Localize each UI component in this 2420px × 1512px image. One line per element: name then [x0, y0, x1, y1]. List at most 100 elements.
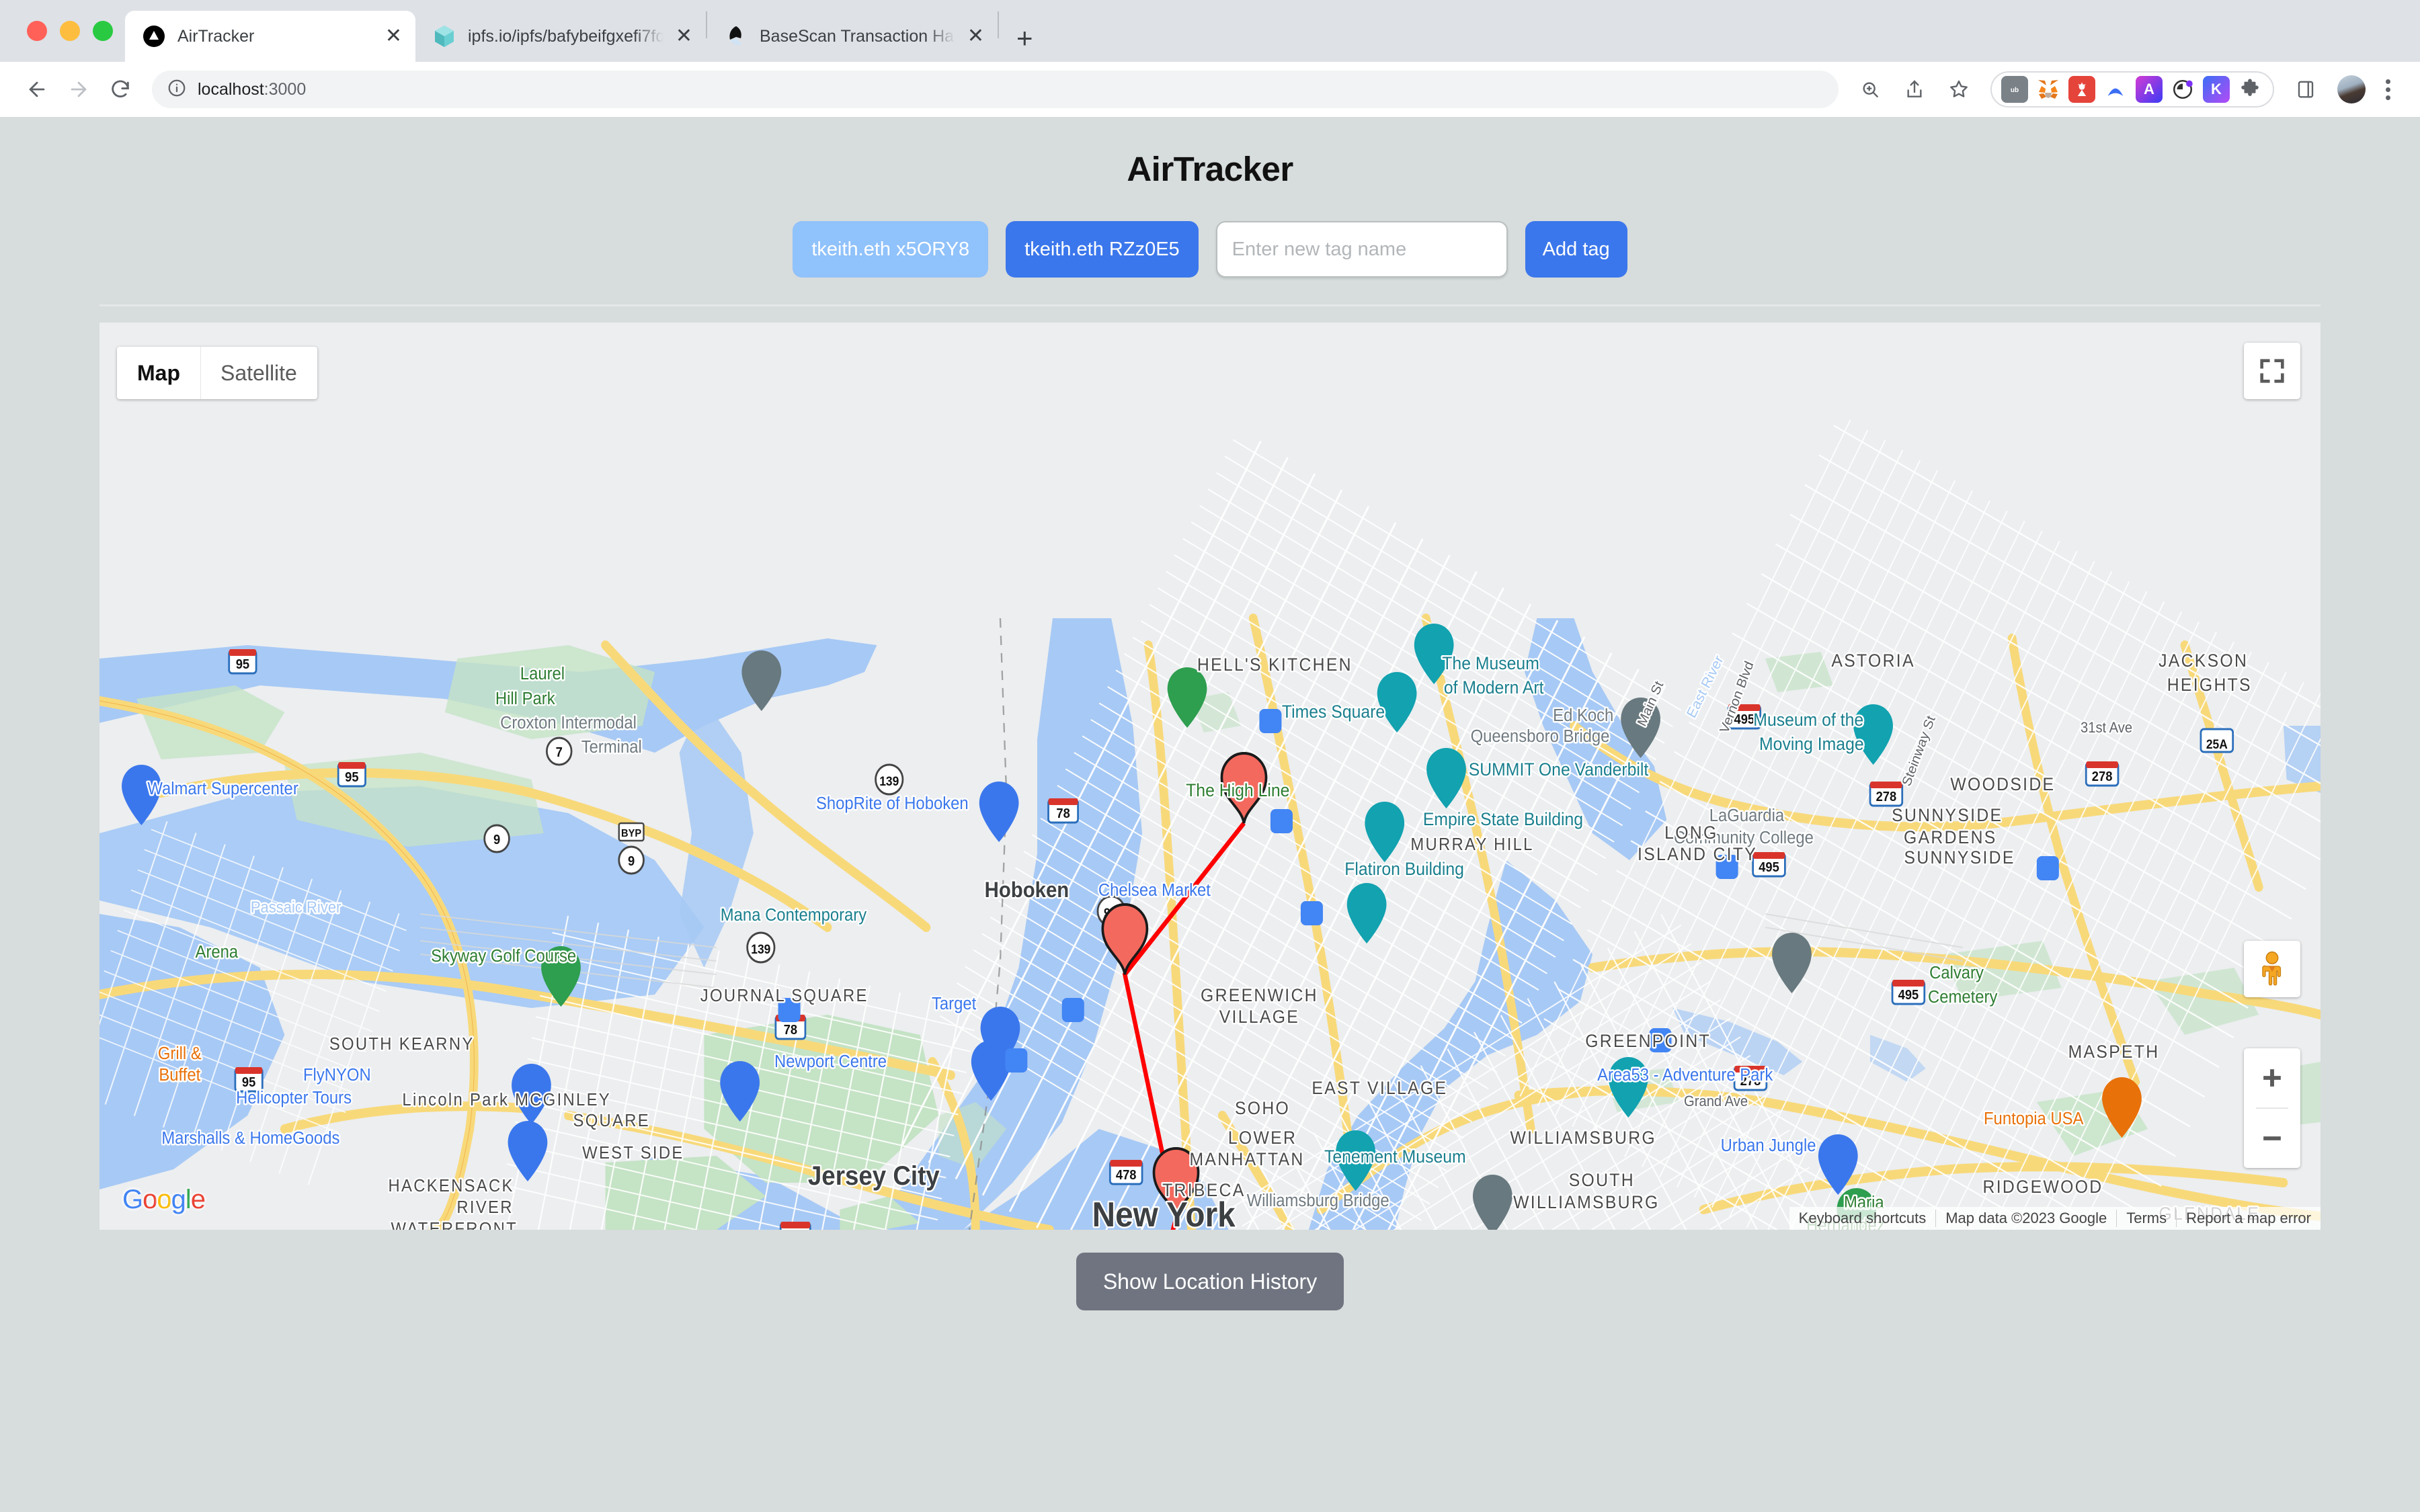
- svg-text:BYP: BYP: [621, 827, 641, 839]
- share-icon[interactable]: [1895, 70, 1934, 109]
- close-window-button[interactable]: [27, 21, 47, 41]
- street-view-pegman-icon[interactable]: [2244, 941, 2300, 997]
- fullscreen-icon[interactable]: [2244, 343, 2300, 399]
- url-host: localhost: [198, 80, 264, 99]
- close-icon[interactable]: ✕: [967, 26, 984, 46]
- map-tiles[interactable]: .land{fill:#f2efe9} .urban{fill:#eceef0}…: [99, 323, 2321, 1230]
- map-label: SUNNYSIDE: [1892, 806, 2003, 825]
- kebab-menu-icon[interactable]: [2371, 79, 2403, 100]
- map-label: GARDENS: [1904, 828, 1997, 847]
- a-extension-icon[interactable]: A: [2136, 76, 2163, 103]
- tab-basescan[interactable]: BaseScan Transaction Hash (Tx ✕: [707, 11, 998, 62]
- map-label: Arena: [196, 942, 239, 962]
- map-label: Urban Jungle: [1721, 1136, 1816, 1155]
- close-icon[interactable]: ✕: [676, 26, 692, 46]
- maximize-window-button[interactable]: [93, 21, 113, 41]
- map-label: WILLIAMSBURG: [1513, 1193, 1660, 1212]
- side-panel-icon[interactable]: [2286, 70, 2325, 109]
- map-label: Hill Park: [495, 689, 555, 708]
- map-type-map[interactable]: Map: [117, 347, 200, 399]
- svg-text:9: 9: [493, 833, 500, 847]
- history-button-row: Show Location History: [0, 1253, 2420, 1310]
- svg-text:9: 9: [628, 854, 635, 869]
- tab-title: BaseScan Transaction Hash (Tx: [760, 27, 955, 46]
- zoom-controls[interactable]: [2244, 1048, 2300, 1168]
- map-label: HACKENSACK: [388, 1176, 514, 1195]
- new-tag-input[interactable]: [1216, 221, 1508, 278]
- rabby-wallet-icon[interactable]: [2068, 76, 2095, 103]
- map-label: RIVER: [456, 1198, 513, 1217]
- map-label: MURRAY HILL: [1410, 835, 1533, 854]
- map-label: Williamsburg Bridge: [1247, 1191, 1389, 1210]
- map-label: WILLIAMSBURG: [1510, 1128, 1657, 1148]
- reload-icon[interactable]: [101, 70, 140, 109]
- terms-link[interactable]: Terms: [2116, 1210, 2176, 1227]
- map-type-control[interactable]: Map Satellite: [117, 347, 317, 399]
- google-map[interactable]: .land{fill:#f2efe9} .urban{fill:#eceef0}…: [99, 323, 2321, 1230]
- map-label: Funtopia USA: [1984, 1109, 2084, 1128]
- map-label: Newport Centre: [774, 1052, 887, 1071]
- map-label: The High Line: [1186, 781, 1289, 800]
- svg-text:95: 95: [236, 657, 250, 672]
- map-label: Lincoln Park MCGINLEY: [402, 1090, 611, 1109]
- ublock-origin-icon[interactable]: ub: [2001, 76, 2028, 103]
- ipfs-cube-icon: [433, 25, 456, 48]
- airtracker-triangle-icon: [143, 25, 165, 48]
- map-label: HELL'S KITCHEN: [1197, 655, 1353, 675]
- map-label: WOODSIDE: [1950, 775, 2055, 794]
- zoom-in-button[interactable]: [2244, 1048, 2300, 1107]
- address-bar[interactable]: localhost:3000: [152, 71, 1839, 108]
- arc-extension-icon[interactable]: [2102, 76, 2129, 103]
- zoom-search-icon[interactable]: [1851, 70, 1890, 109]
- map-label: SUNNYSIDE: [1904, 848, 2015, 868]
- google-logo-g1: G: [122, 1185, 143, 1214]
- map-label: New York: [1092, 1195, 1236, 1230]
- map-label: Terminal: [581, 737, 642, 757]
- map-label: Ed Koch: [1553, 706, 1613, 725]
- map-label: MANHATTAN: [1190, 1150, 1305, 1169]
- map-label: VILLAGE: [1219, 1007, 1299, 1027]
- toolbar-icon-group: ub A K: [1851, 70, 2403, 109]
- map-label: LaGuardia: [1709, 806, 1784, 825]
- svg-text:78: 78: [784, 1023, 798, 1038]
- forward-icon[interactable]: [59, 70, 98, 109]
- new-tab-button[interactable]: +: [999, 24, 1051, 52]
- back-icon[interactable]: [17, 70, 56, 109]
- tab-airtracker[interactable]: AirTracker ✕: [125, 11, 415, 62]
- tab-ipfs[interactable]: ipfs.io/ipfs/bafybeifgxefi7fqwtk ✕: [415, 11, 706, 62]
- keyboard-shortcuts-link[interactable]: Keyboard shortcuts: [1789, 1210, 1936, 1227]
- map-label: FlyNYON: [303, 1065, 371, 1085]
- add-tag-button[interactable]: Add tag: [1525, 221, 1627, 278]
- puzzle-extensions-icon[interactable]: [2236, 76, 2263, 103]
- map-label: Museum of the: [1753, 710, 1863, 730]
- map-attribution: Keyboard shortcuts Map data ©2023 Google…: [1789, 1207, 2321, 1230]
- bookmark-star-icon[interactable]: [1939, 70, 1978, 109]
- google-logo: Google: [122, 1185, 205, 1215]
- map-label: Cemetery: [1928, 987, 1998, 1007]
- minimize-window-button[interactable]: [60, 21, 80, 41]
- svg-text:278: 278: [1876, 790, 1897, 804]
- tag-button-rzz0e5[interactable]: tkeith.eth RZz0E5: [1006, 221, 1199, 278]
- show-location-history-button[interactable]: Show Location History: [1076, 1253, 1344, 1310]
- zoom-out-button[interactable]: [2244, 1109, 2300, 1168]
- map-type-satellite[interactable]: Satellite: [200, 347, 317, 399]
- metamask-fox-icon[interactable]: [2035, 76, 2062, 103]
- map-label: Area53 - Adventure Park: [1597, 1065, 1773, 1085]
- map-label: ASTORIA: [1831, 651, 1914, 671]
- map-label: Marshalls & HomeGoods: [161, 1128, 339, 1148]
- google-logo-l: l: [186, 1185, 191, 1214]
- clock-extension-icon[interactable]: [2169, 76, 2196, 103]
- close-icon[interactable]: ✕: [385, 26, 402, 46]
- map-label: Empire State Building: [1423, 810, 1583, 829]
- map-label: LOWER: [1228, 1128, 1297, 1148]
- window-controls: [19, 0, 125, 62]
- map-label: The Museum: [1442, 654, 1539, 673]
- google-logo-o2: o: [157, 1185, 171, 1214]
- kagi-extension-icon[interactable]: K: [2203, 76, 2230, 103]
- svg-text:ub: ub: [2011, 87, 2019, 94]
- map-label: Walmart Supercenter: [147, 779, 298, 798]
- tag-button-x5ory8[interactable]: tkeith.eth x5ORY8: [793, 221, 988, 278]
- report-error-link[interactable]: Report a map error: [2176, 1210, 2321, 1227]
- profile-avatar[interactable]: [2337, 75, 2366, 103]
- info-circle-icon[interactable]: [167, 78, 187, 101]
